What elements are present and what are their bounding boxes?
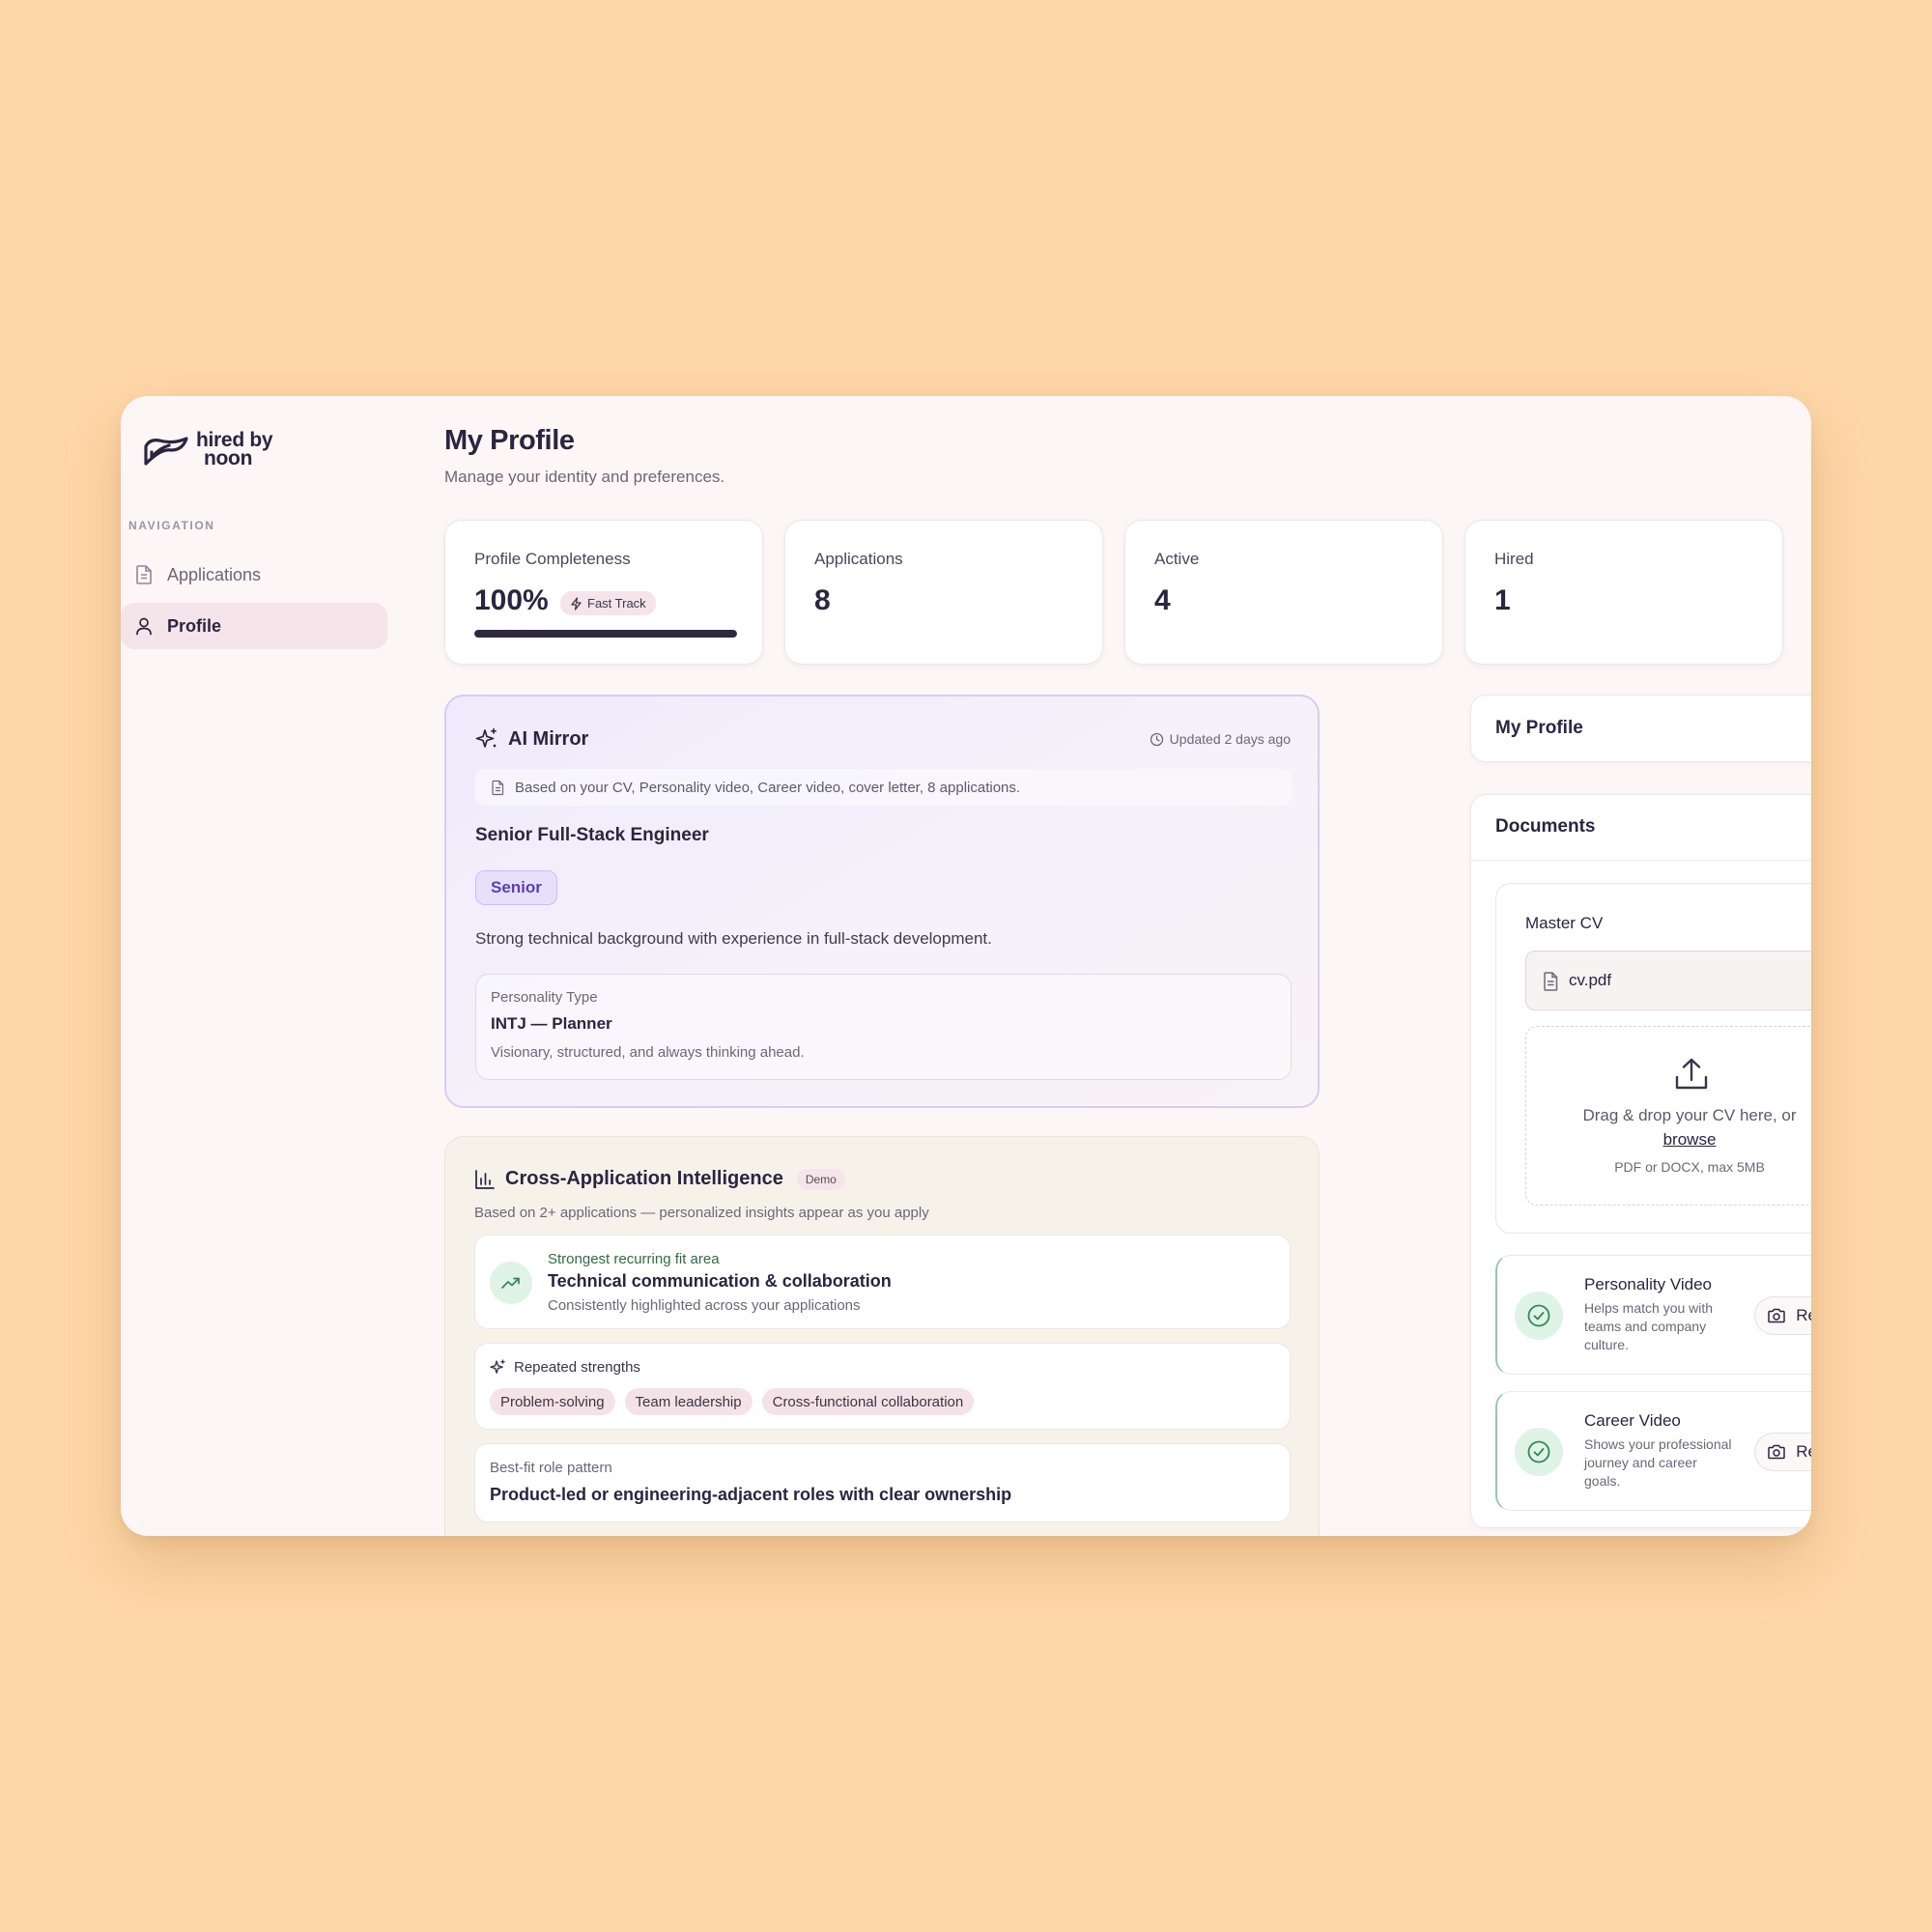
trending-up-icon [490, 1262, 532, 1304]
cross-application-subtitle: Based on 2+ applications — personalized … [474, 1205, 929, 1221]
cross-application-card: Cross-Application Intelligence Demo Base… [444, 1136, 1320, 1536]
role-pattern-value: Product-led or engineering-adjacent role… [490, 1485, 1012, 1504]
sidebar-item-label: Applications [167, 564, 262, 584]
record-button[interactable]: Record [1754, 1296, 1811, 1335]
cv-dropzone[interactable]: Drag & drop your CV here, or browse PDF … [1525, 1026, 1811, 1206]
sparkles-icon [490, 1359, 505, 1374]
strength-tag: Team leadership [624, 1388, 753, 1415]
camera-icon [1768, 1308, 1785, 1323]
app-window: hired by noon NAVIGATION Applications Pr… [121, 396, 1811, 1536]
personality-type-box: Personality Type INTJ — Planner Visionar… [475, 974, 1292, 1080]
career-video-card: Career Video Shows your professional jou… [1495, 1391, 1811, 1511]
documents-header[interactable]: Documents [1471, 795, 1811, 861]
completeness-progress-bar [474, 630, 737, 638]
video-title: Personality Video [1584, 1275, 1712, 1293]
stat-label: Applications [814, 550, 903, 568]
personality-type-value: INTJ — Planner [491, 1014, 612, 1033]
repeated-strengths-title: Repeated strengths [490, 1359, 640, 1376]
ai-mirror-card: AI Mirror Updated 2 days ago Based on yo… [444, 695, 1320, 1108]
master-cv-card: Master CV cv.pdf Drag & drop your CV her… [1495, 883, 1811, 1234]
document-icon [492, 780, 504, 795]
role-pattern-label: Best-fit role pattern [490, 1460, 612, 1476]
file-icon [136, 565, 152, 584]
dropzone-hint: PDF or DOCX, max 5MB [1614, 1159, 1765, 1175]
clock-icon [1150, 732, 1163, 746]
user-icon [136, 617, 152, 636]
stat-value: 100% [474, 584, 549, 616]
seniority-badge: Senior [475, 870, 557, 905]
page-subtitle: Manage your identity and preferences. [444, 468, 725, 486]
personality-type-label: Personality Type [491, 989, 598, 1006]
bar-chart-icon [475, 1169, 495, 1189]
fit-area-description: Consistently highlighted across your app… [548, 1297, 861, 1314]
video-description: Shows your professional journey and care… [1584, 1436, 1732, 1489]
check-circle-icon [1515, 1428, 1563, 1476]
master-cv-title: Master CV [1525, 914, 1604, 932]
ai-mirror-title: AI Mirror [475, 727, 588, 751]
video-description: Helps match you with teams and company c… [1584, 1300, 1714, 1352]
fit-area-card: Strongest recurring fit area Technical c… [474, 1235, 1291, 1329]
sidebar-item-applications[interactable]: Applications [121, 552, 387, 598]
stat-label: Active [1154, 550, 1200, 568]
stat-card-completeness: Profile Completeness 100% Fast Track [444, 520, 763, 665]
main-content: My Profile Manage your identity and pref… [444, 396, 1811, 1536]
stat-label: Profile Completeness [474, 550, 631, 568]
bolt-icon [571, 596, 582, 611]
cv-file-name: cv.pdf [1569, 971, 1612, 989]
fit-area-title: Technical communication & collaboration [548, 1271, 892, 1291]
progress-fill [474, 630, 737, 638]
record-button[interactable]: Record [1754, 1433, 1811, 1471]
sidebar-item-label: Profile [167, 615, 222, 636]
updated-timestamp: Updated 2 days ago [1150, 731, 1291, 747]
ai-based-on-note: Based on your CV, Personality video, Car… [475, 769, 1292, 806]
fit-area-label: Strongest recurring fit area [548, 1251, 720, 1267]
demo-badge: Demo [796, 1168, 845, 1190]
video-title: Career Video [1584, 1411, 1681, 1430]
my-profile-panel[interactable]: My Profile [1470, 695, 1811, 762]
stat-card-hired: Hired 1 [1464, 520, 1783, 665]
documents-title: Documents [1495, 816, 1596, 837]
fast-track-badge: Fast Track [560, 591, 656, 615]
stat-label: Hired [1494, 550, 1534, 568]
sparkles-icon [475, 727, 497, 748]
sidebar-item-profile[interactable]: Profile [121, 603, 387, 649]
strength-tag: Cross-functional collaboration [761, 1388, 975, 1415]
stat-card-applications: Applications 8 [784, 520, 1103, 665]
browse-link[interactable]: browse [1526, 1130, 1811, 1150]
logo-text: hired by noon [196, 429, 273, 469]
stat-card-active: Active 4 [1124, 520, 1443, 665]
logo[interactable]: hired by noon [142, 429, 273, 469]
documents-panel: Documents Master CV cv.pdf Drag & drop y… [1470, 794, 1811, 1528]
ai-summary-text: Strong technical background with experie… [475, 929, 992, 948]
cross-application-title: Cross-Application Intelligence Demo [474, 1168, 845, 1190]
stat-value: 1 [1494, 584, 1511, 616]
nav-heading: NAVIGATION [128, 519, 215, 532]
personality-video-card: Personality Video Helps match you with t… [1495, 1255, 1811, 1375]
ai-role-title: Senior Full-Stack Engineer [475, 825, 709, 845]
stat-value: 8 [814, 584, 831, 616]
document-icon [1544, 972, 1558, 991]
strength-tags: Problem-solving Team leadership Cross-fu… [490, 1388, 975, 1415]
cv-file-chip: cv.pdf [1525, 951, 1811, 1010]
logo-mark-icon [142, 433, 190, 466]
upload-icon [1675, 1058, 1708, 1090]
check-circle-icon [1515, 1292, 1563, 1340]
strength-tag: Problem-solving [490, 1388, 615, 1415]
page-title: My Profile [444, 425, 575, 456]
my-profile-panel-title: My Profile [1495, 718, 1583, 738]
sidebar: hired by noon NAVIGATION Applications Pr… [121, 396, 411, 1536]
stat-value: 4 [1154, 584, 1171, 616]
dropzone-text: Drag & drop your CV here, or [1582, 1106, 1797, 1124]
personality-type-description: Visionary, structured, and always thinki… [491, 1044, 805, 1061]
role-pattern-card: Best-fit role pattern Product-led or eng… [474, 1443, 1291, 1522]
camera-icon [1768, 1444, 1785, 1460]
repeated-strengths-card: Repeated strengths Problem-solving Team … [474, 1343, 1291, 1430]
